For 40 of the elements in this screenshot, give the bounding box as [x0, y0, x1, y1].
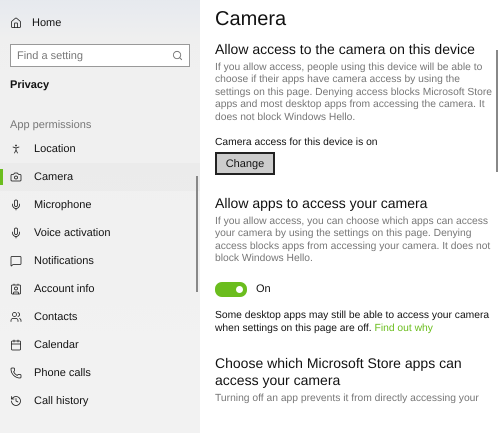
search-field[interactable]: Find a setting	[10, 44, 190, 67]
change-button[interactable]: Change	[215, 152, 275, 176]
section-heading: Allow apps to access your camera	[215, 195, 428, 212]
section-heading: Choose which Microsoft Store apps can access your camera	[215, 354, 463, 389]
search-icon	[172, 50, 183, 61]
search-input[interactable]: Find a setting	[17, 50, 172, 62]
status-text: Camera access for this device is on	[215, 136, 379, 150]
microphone-icon	[10, 199, 22, 211]
group-heading: App permissions	[10, 119, 92, 131]
description-text: If you allow access, people using this device will be able to choose if their apps have camera access by using the settings on this page. Denying access blocks Microsoft Store apps and most desktop apps from accessing the camera. It does not block Windows Hello.	[215, 62, 492, 124]
calendar-icon	[10, 339, 22, 351]
section-heading: Allow access to the camera on this device	[215, 41, 476, 58]
nav-item[interactable]: Calendar	[0, 331, 200, 359]
description-text: If you allow access, you can choose which apps can access your camera by using the settings on this page. Denying access blocks apps from accessing your camera. It does not block Windows Hello.	[215, 216, 492, 266]
selection-bar	[0, 169, 3, 185]
note-text: Some desktop apps may still be able to access your camera when settings on this page are off. Find out why	[215, 308, 490, 335]
nav-item[interactable]: Voice activation	[0, 219, 200, 247]
phone-icon	[10, 367, 22, 379]
location-icon	[10, 143, 22, 155]
nav-item[interactable]: Microphone	[0, 191, 200, 219]
toggle-label: On	[256, 283, 271, 296]
home-icon	[10, 17, 22, 29]
page-title: Camera	[215, 8, 288, 31]
toggle-switch[interactable]	[215, 282, 247, 297]
camera-icon	[10, 171, 22, 183]
nav-item[interactable]: Camera	[0, 163, 200, 191]
nav-item[interactable]: Account info	[0, 275, 200, 303]
nav-item[interactable]: Location	[0, 135, 200, 163]
nav-item[interactable]: Contacts	[0, 303, 200, 331]
nav-item[interactable]: Call history	[0, 387, 200, 415]
section-heading: Privacy	[10, 79, 50, 91]
contact-card-icon	[10, 283, 22, 295]
speech-bubble-icon	[10, 255, 22, 267]
microphone-icon	[10, 227, 22, 239]
nav-item[interactable]: Phone calls	[0, 359, 200, 387]
history-icon	[10, 395, 22, 407]
description-text: Turning off an app prevents it from directly accessing your	[215, 392, 480, 406]
people-icon	[10, 311, 22, 323]
home-link[interactable]: Home	[0, 14, 200, 32]
nav-item[interactable]: Notifications	[0, 247, 200, 275]
